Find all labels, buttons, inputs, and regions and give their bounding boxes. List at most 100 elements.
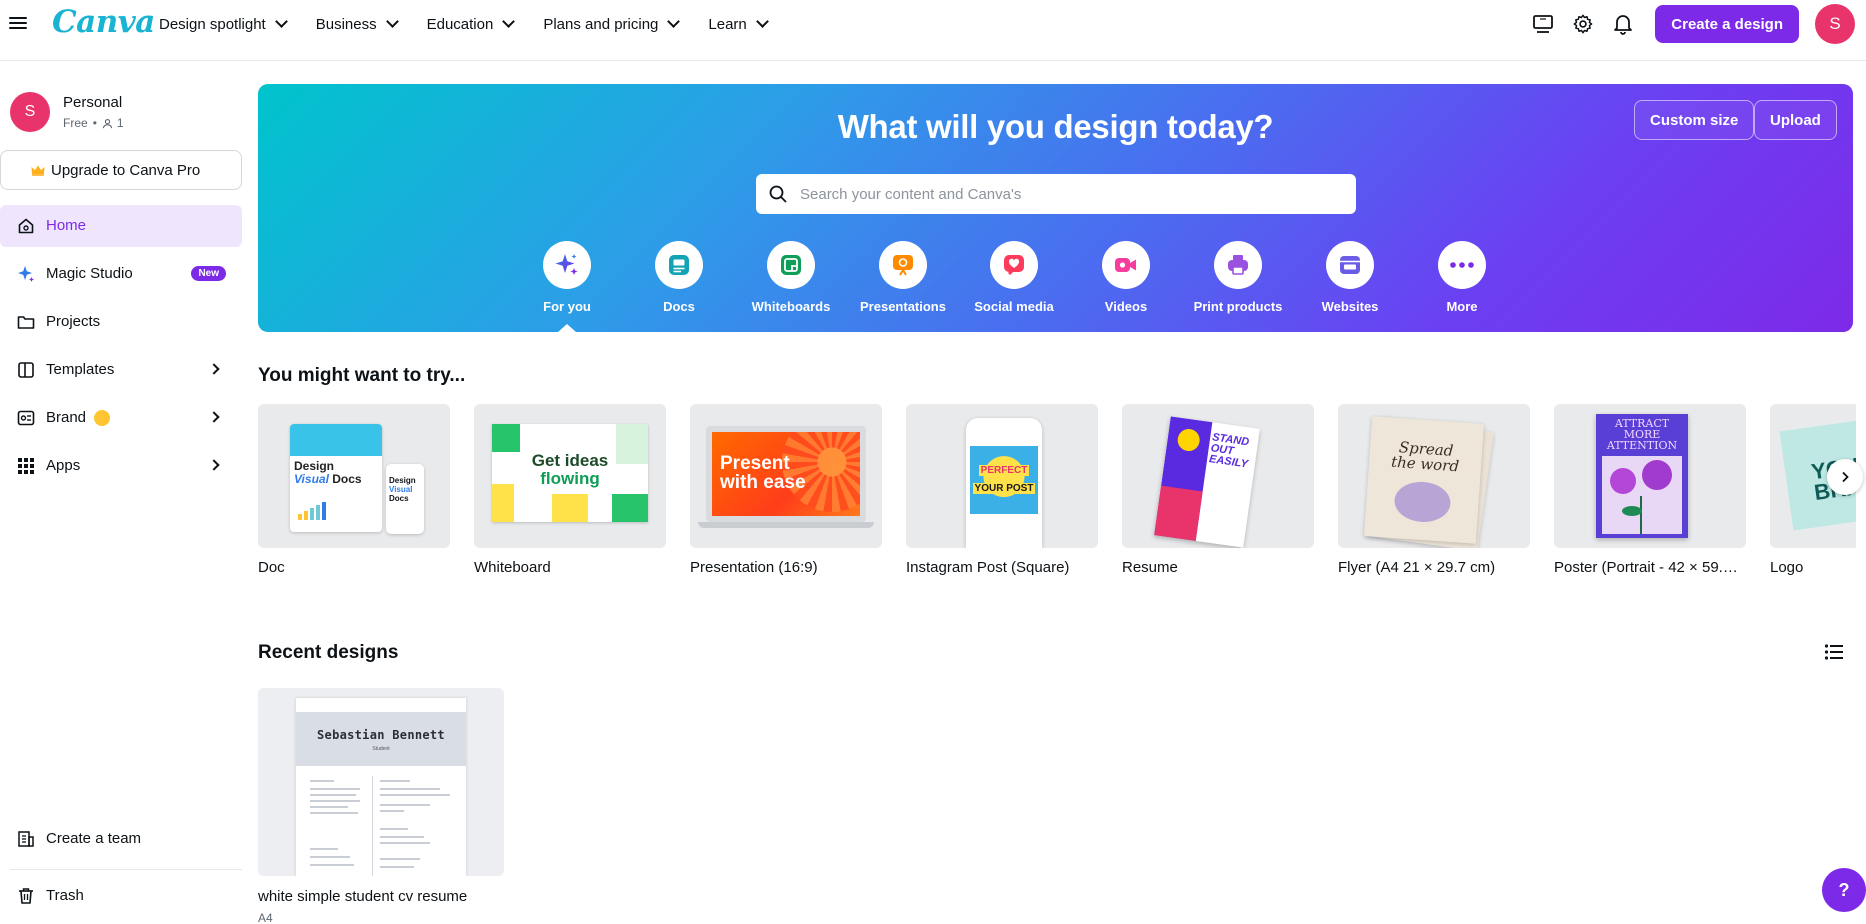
flyer-thumbnail: Spread the word (1338, 404, 1530, 548)
website-icon (1326, 241, 1374, 289)
top-actions: Create a design S (1529, 0, 1866, 48)
try-card-whiteboard[interactable]: Get ideas flowing Whiteboard (474, 404, 666, 576)
category-whiteboards[interactable]: Whiteboards (736, 241, 846, 314)
nav-business[interactable]: Business (316, 0, 399, 48)
poster-thumbnail: ATTRACT MORE ATTENTION (1554, 404, 1746, 548)
try-card-presentation[interactable]: Present with ease Presentation (16:9) (690, 404, 882, 576)
sidebar-item-trash[interactable]: Trash (0, 875, 242, 917)
category-websites[interactable]: Websites (1295, 241, 1405, 314)
folder-icon (16, 312, 36, 332)
cv-preview: Sebastian Bennett Student (296, 698, 466, 876)
category-more[interactable]: More (1407, 241, 1517, 314)
instagram-thumbnail: PERFECT YOUR POST (906, 404, 1098, 548)
crown-icon (31, 165, 45, 176)
sidebar-item-brand[interactable]: Brand (0, 397, 242, 439)
recent-section-title: Recent designs (258, 642, 399, 663)
templates-icon (16, 360, 36, 380)
chevron-down-icon (385, 15, 399, 28)
account-member-count: 1 (116, 116, 124, 130)
create-design-button[interactable]: Create a design (1655, 5, 1799, 43)
nav-plans-and-pricing[interactable]: Plans and pricing (543, 0, 681, 48)
category-for-you[interactable]: For you (512, 241, 622, 314)
separator-dot: • (92, 116, 97, 130)
sidebar-item-projects[interactable]: Projects (0, 301, 242, 343)
sparkle-icon (16, 264, 36, 284)
search-icon (769, 185, 787, 203)
top-navigation: Design spotlight Business Education Plan… (159, 0, 797, 48)
desktop-app-icon[interactable] (1529, 10, 1557, 38)
brand-icon (16, 408, 36, 428)
upgrade-button[interactable]: Upgrade to Canva Pro (0, 150, 242, 190)
heart-icon (990, 241, 1038, 289)
try-card-flyer[interactable]: Spread the word Flyer (A4 21 × 29.7 cm) (1338, 404, 1530, 576)
account-name: Personal (63, 94, 123, 111)
account-avatar: S (10, 92, 50, 132)
canva-logo[interactable]: Canva (52, 4, 155, 40)
category-social-media[interactable]: Social media (959, 241, 1069, 314)
apps-grid-icon (16, 456, 36, 476)
sidebar-item-home[interactable]: Home (0, 205, 242, 247)
chevron-down-icon (274, 15, 288, 28)
try-card-poster[interactable]: ATTRACT MORE ATTENTION Poster (Portrait - … (1554, 404, 1746, 576)
recent-design-thumbnail: Sebastian Bennett Student (258, 688, 504, 876)
try-card-resume[interactable]: STAND OUT EASILY Resume (1122, 404, 1314, 576)
chevron-down-icon (667, 15, 681, 28)
try-card-instagram-post[interactable]: PERFECT YOUR POST Instagram Post (Square… (906, 404, 1098, 576)
resume-thumbnail: STAND OUT EASILY (1122, 404, 1314, 548)
whiteboard-thumbnail: Get ideas flowing (474, 404, 666, 548)
top-bar: Canva Design spotlight Business Educatio… (0, 0, 1866, 61)
help-button[interactable]: ? (1822, 868, 1866, 912)
bell-icon[interactable] (1609, 10, 1637, 38)
gear-icon[interactable] (1569, 10, 1597, 38)
chevron-down-icon (755, 15, 769, 28)
more-dots-icon (1438, 241, 1486, 289)
doc-thumbnail: Design Visual Docs Design Visual Docs (258, 404, 450, 548)
try-card-doc[interactable]: Design Visual Docs Design Visual Docs Doc (258, 404, 450, 576)
list-view-icon[interactable] (1824, 643, 1844, 661)
pro-crown-icon (94, 410, 111, 426)
sidebar-item-magic-studio[interactable]: Magic Studio New (0, 253, 242, 295)
sidebar-item-templates[interactable]: Templates (0, 349, 242, 391)
category-print-products[interactable]: Print products (1183, 241, 1293, 314)
search-bar[interactable] (756, 174, 1356, 214)
docs-icon (655, 241, 703, 289)
hero-banner: What will you design today? Custom size … (258, 84, 1853, 332)
try-carousel: Design Visual Docs Design Visual Docs Doc G… (258, 404, 1856, 584)
presentations-icon (879, 241, 927, 289)
user-icon (102, 118, 113, 128)
video-icon (1102, 241, 1150, 289)
category-presentations[interactable]: Presentations (848, 241, 958, 314)
home-icon (16, 216, 36, 236)
building-icon (16, 829, 36, 849)
avatar[interactable]: S (1815, 4, 1855, 44)
category-videos[interactable]: Videos (1071, 241, 1181, 314)
carousel-next-button[interactable] (1827, 459, 1863, 495)
presentation-thumbnail: Present with ease (690, 404, 882, 548)
printer-icon (1214, 241, 1262, 289)
nav-design-spotlight[interactable]: Design spotlight (159, 0, 288, 48)
recent-design-card[interactable]: Sebastian Bennett Student white simple s… (258, 688, 504, 924)
search-input[interactable] (800, 185, 1320, 203)
custom-size-button[interactable]: Custom size (1634, 100, 1755, 140)
whiteboards-icon (767, 241, 815, 289)
menu-icon[interactable] (9, 14, 27, 32)
chevron-right-icon (208, 411, 220, 423)
sidebar: S Personal Free • 1 Upgrade to Canva Pro… (0, 61, 246, 924)
new-badge: New (191, 266, 226, 281)
category-docs[interactable]: Docs (624, 241, 734, 314)
chevron-right-icon (208, 459, 220, 471)
try-section-title: You might want to try... (258, 365, 466, 386)
chevron-right-icon (208, 363, 220, 375)
upload-button[interactable]: Upload (1754, 100, 1837, 140)
recent-design-size: A4 (258, 911, 273, 924)
sidebar-item-apps[interactable]: Apps (0, 445, 242, 487)
sidebar-item-create-team[interactable]: Create a team (0, 818, 242, 860)
account-plan: Free (63, 116, 88, 130)
nav-education[interactable]: Education (427, 0, 516, 48)
recent-design-title: white simple student cv resume (258, 888, 468, 905)
sidebar-divider (10, 869, 242, 870)
active-category-indicator (558, 324, 576, 332)
nav-learn[interactable]: Learn (708, 0, 769, 48)
trash-icon (16, 886, 36, 906)
account-switcher[interactable]: S Personal Free • 1 (10, 92, 124, 132)
